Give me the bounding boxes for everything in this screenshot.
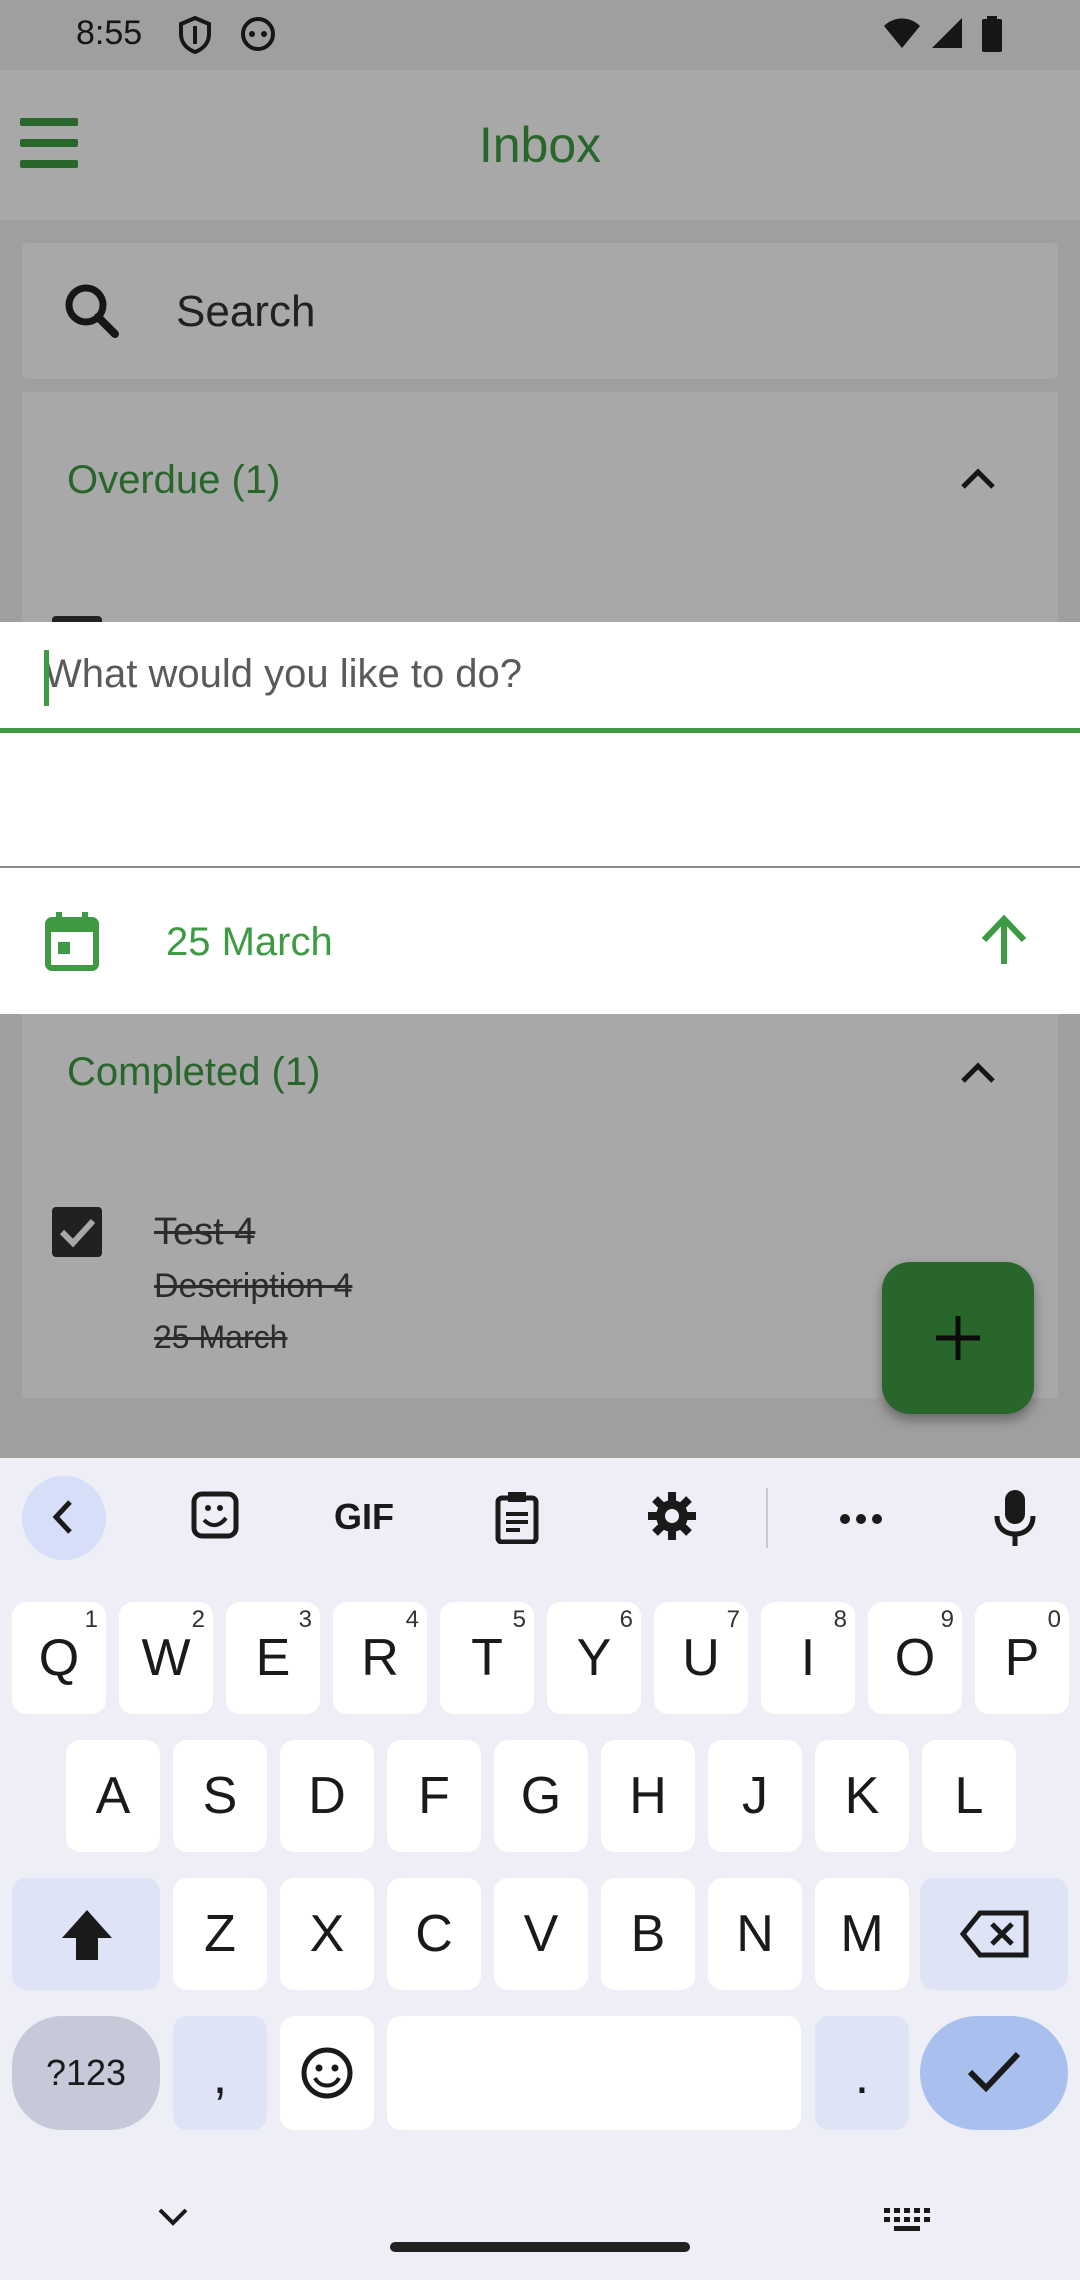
key-g[interactable]: G: [494, 1740, 588, 1852]
key-o[interactable]: O9: [868, 1602, 962, 1714]
key-h[interactable]: H: [601, 1740, 695, 1852]
key-c[interactable]: C: [387, 1878, 481, 1990]
task-description-input[interactable]: [0, 734, 1080, 868]
done-key[interactable]: [920, 2016, 1068, 2130]
key-x[interactable]: X: [280, 1878, 374, 1990]
calendar-icon[interactable]: [44, 912, 100, 977]
key-y[interactable]: Y6: [547, 1602, 641, 1714]
more-horizontal-icon[interactable]: [838, 1512, 884, 1531]
keyboard-switch-icon[interactable]: [884, 2208, 930, 2237]
arrow-up-icon[interactable]: [980, 914, 1028, 971]
key-d[interactable]: D: [280, 1740, 374, 1852]
key-z[interactable]: Z: [173, 1878, 267, 1990]
due-date-label[interactable]: 25 March: [166, 920, 333, 965]
add-task-sheet: What would you like to do? 25 March: [0, 622, 1080, 1014]
key-f[interactable]: F: [387, 1740, 481, 1852]
emoji-icon: [301, 2047, 353, 2099]
comma-key[interactable]: ,: [173, 2016, 267, 2130]
key-w[interactable]: W2: [119, 1602, 213, 1714]
task-title-placeholder: What would you like to do?: [44, 652, 523, 696]
task-title-input[interactable]: What would you like to do?: [0, 622, 1080, 734]
key-s[interactable]: S: [173, 1740, 267, 1852]
period-key[interactable]: .: [815, 2016, 909, 2130]
toolbar-divider: [766, 1488, 768, 1548]
home-gesture-bar[interactable]: [390, 2242, 690, 2252]
key-u[interactable]: U7: [654, 1602, 748, 1714]
hide-keyboard-chevron-icon[interactable]: [156, 2206, 190, 2233]
backspace-icon: [960, 1910, 1029, 1958]
microphone-icon[interactable]: [994, 1488, 1036, 1553]
navigation-bar: [0, 2146, 1080, 2280]
input-underline: [0, 728, 1080, 733]
keyboard-toolbar: GIF: [0, 1458, 1080, 1578]
space-key[interactable]: [387, 2016, 801, 2130]
shift-key[interactable]: [12, 1878, 160, 1990]
key-a[interactable]: A: [66, 1740, 160, 1852]
keyboard-back-button[interactable]: [22, 1476, 106, 1560]
key-l[interactable]: L: [922, 1740, 1016, 1852]
gif-button[interactable]: GIF: [334, 1496, 394, 1538]
settings-gear-icon[interactable]: [646, 1490, 698, 1547]
key-p[interactable]: P0: [975, 1602, 1069, 1714]
emoji-key[interactable]: [280, 2016, 374, 2130]
key-e[interactable]: E3: [226, 1602, 320, 1714]
text-cursor: [44, 650, 49, 706]
key-v[interactable]: V: [494, 1878, 588, 1990]
key-m[interactable]: M: [815, 1878, 909, 1990]
chevron-left-icon: [52, 1500, 72, 1534]
symbols-key[interactable]: ?123: [12, 2016, 160, 2130]
due-date-row[interactable]: 25 March: [0, 870, 1080, 1014]
backspace-key[interactable]: [920, 1878, 1068, 1990]
check-icon: [967, 2051, 1021, 2093]
clipboard-icon[interactable]: [494, 1490, 540, 1549]
key-i[interactable]: I8: [761, 1602, 855, 1714]
key-b[interactable]: B: [601, 1878, 695, 1990]
key-q[interactable]: Q1: [12, 1602, 106, 1714]
shift-arrow-icon: [62, 1910, 112, 1960]
key-n[interactable]: N: [708, 1878, 802, 1990]
key-t[interactable]: T5: [440, 1602, 534, 1714]
sticker-icon[interactable]: [190, 1490, 240, 1545]
key-j[interactable]: J: [708, 1740, 802, 1852]
key-k[interactable]: K: [815, 1740, 909, 1852]
key-r[interactable]: R4: [333, 1602, 427, 1714]
